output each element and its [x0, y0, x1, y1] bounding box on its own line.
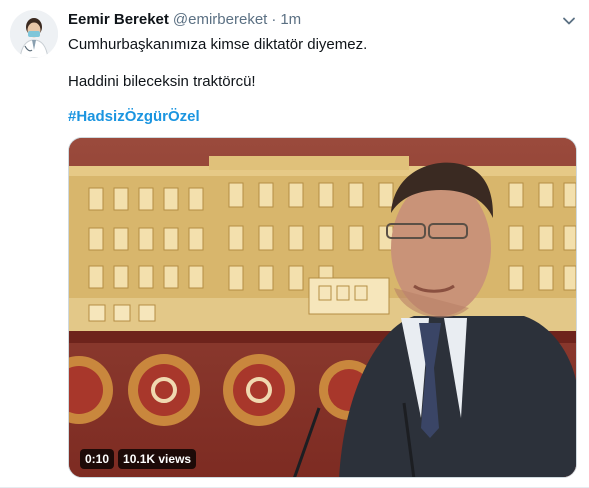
avatar[interactable]: [10, 10, 58, 58]
tweet-text-line: Haddini bileceksin traktörcü!: [68, 73, 256, 90]
video-thumbnail: [69, 138, 576, 477]
video-player[interactable]: [68, 137, 577, 478]
more-options-button[interactable]: [556, 8, 582, 34]
chevron-down-icon: [563, 17, 575, 25]
tweet-card[interactable]: Eemir Bereket @emirbereket · 1m Cumhurba…: [0, 0, 589, 488]
hashtag-link[interactable]: #HadsizÖzgürÖzel: [68, 108, 200, 125]
video-overlay-badges: 0:10 10.1K views: [80, 449, 197, 469]
video-duration: 0:10: [80, 449, 115, 469]
user-handle[interactable]: @emirbereket: [173, 11, 267, 28]
tweet-header: Eemir Bereket @emirbereket · 1m: [68, 11, 301, 31]
video-view-count: 10.1K views: [118, 449, 197, 469]
avatar-illustration: [10, 10, 58, 58]
display-name[interactable]: Eemir Bereket: [68, 11, 169, 28]
tweet-timestamp[interactable]: 1m: [280, 11, 301, 28]
tweet-text-line: Cumhurbaşkanımıza kimse diktatör diyemez…: [68, 36, 368, 53]
separator-dot: ·: [271, 11, 277, 28]
